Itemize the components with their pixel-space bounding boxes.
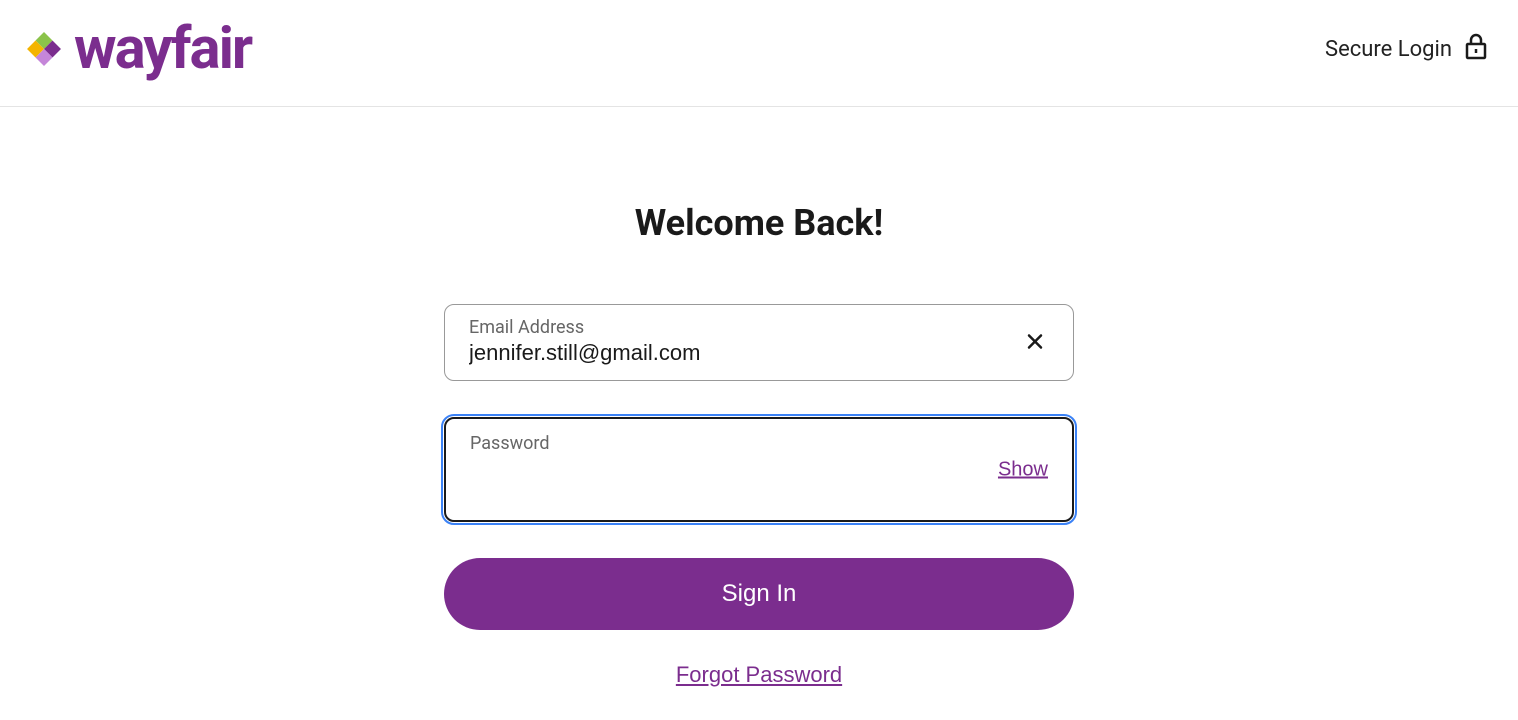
page-title: Welcome Back! [635,202,884,244]
clear-email-button[interactable] [1021,327,1049,358]
brand-logo[interactable]: wayfair [20,20,251,78]
password-field-container[interactable]: Password Show [444,417,1074,522]
sign-in-button[interactable]: Sign In [444,558,1074,630]
header: wayfair Secure Login [0,0,1518,107]
brand-name: wayfair [74,20,251,78]
email-field-container[interactable]: Email Address [444,304,1074,381]
password-label: Password [470,433,1048,454]
main-content: Welcome Back! Email Address Password Sho… [0,107,1518,688]
email-input[interactable] [469,340,962,366]
close-icon [1025,331,1045,354]
brand-logo-icon [20,25,68,73]
secure-login-label: Secure Login [1325,32,1488,66]
show-password-button[interactable]: Show [998,458,1048,481]
email-label: Email Address [469,317,1049,338]
password-input[interactable] [470,456,961,482]
lock-icon [1464,32,1488,66]
secure-login-text: Secure Login [1325,37,1452,62]
forgot-password-link[interactable]: Forgot Password [676,662,842,688]
